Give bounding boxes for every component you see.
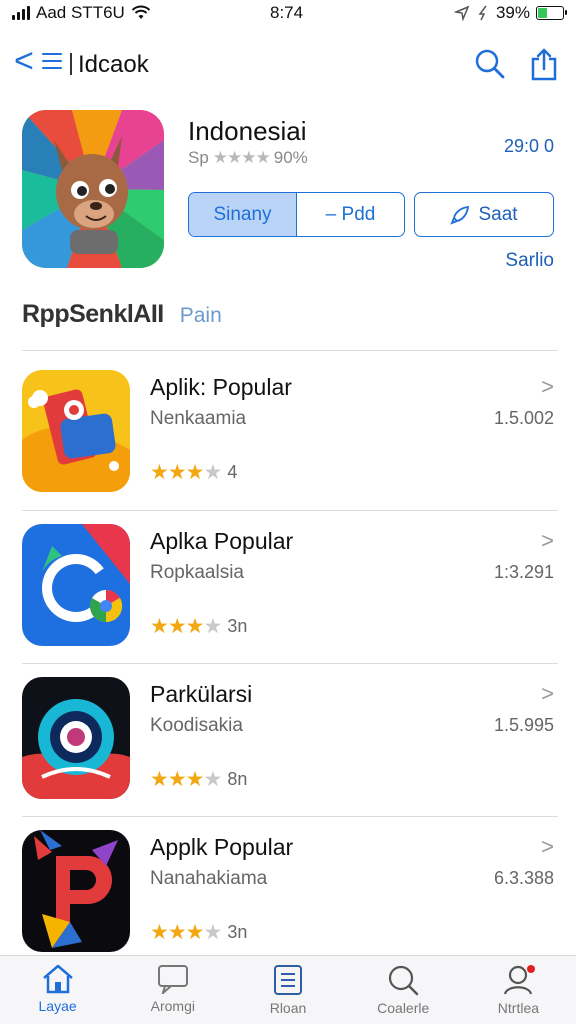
navigation-bar: < Idcaok — [0, 38, 576, 90]
tab-aromgi[interactable]: Aromgi — [115, 956, 230, 1024]
alarm-icon — [478, 5, 487, 21]
share-button[interactable] — [526, 46, 562, 82]
divider — [22, 663, 558, 664]
app-icon — [22, 370, 130, 492]
app-icon — [22, 830, 130, 952]
tab-bar: Layae Aromgi Rloan Coalerle Ntrtlea — [0, 955, 576, 1024]
app-subtitle: Nenkaamia — [150, 408, 247, 429]
chevron-right-icon: > — [541, 681, 554, 706]
app-rating: ★★★★ 3n — [150, 920, 247, 945]
app-subtitle: Ropkaalsia — [150, 562, 244, 583]
share-icon — [531, 48, 557, 81]
list-icon — [274, 965, 302, 995]
divider — [22, 816, 558, 817]
rating-count: 3n — [227, 616, 248, 636]
section-title: RppSenklAII — [22, 300, 164, 328]
app-version: 1.5.002 — [493, 408, 554, 428]
app-version: 1:3.291 — [493, 562, 554, 582]
app-name: Applk Popular — [150, 834, 294, 860]
chevron-left-icon: < — [14, 42, 34, 80]
list-item[interactable]: Aplik: Popular Nenkaamia ★★★★ 4 > 1.5.00… — [0, 358, 576, 510]
segmented-control: Sinany – Pdd — [188, 192, 405, 237]
app-name: Aplka Popular — [150, 528, 294, 554]
rating-stars-icon: ★★★★ — [150, 615, 222, 638]
rocket-icon — [450, 205, 470, 225]
tab-coalerle[interactable]: Coalerle — [346, 956, 461, 1024]
chevron-right-icon: > — [541, 528, 554, 553]
featured-app: Indonesiai Sp ★★★★ 90% 29:0 0 Sinany – P… — [0, 108, 576, 283]
list-item[interactable]: Aplka Popular Ropkaalsia ★★★★ 3n > 1:3.2… — [0, 512, 576, 664]
chevron-right-icon: > — [541, 834, 554, 859]
section-header: RppSenklAII Pain — [22, 300, 222, 329]
battery-percent: 39% — [495, 3, 530, 22]
app-subtitle: Nanahakiama — [150, 868, 268, 889]
featured-app-title: Indonesiai — [188, 116, 307, 146]
rating-count: 8n — [227, 769, 248, 789]
search-button[interactable] — [472, 46, 508, 82]
search-icon — [389, 965, 419, 996]
back-button[interactable]: < — [14, 42, 62, 80]
tab-ntrtlea[interactable]: Ntrtlea — [461, 956, 576, 1024]
location-arrow-icon — [453, 5, 470, 21]
app-rating: ★★★★ 4 — [150, 460, 237, 485]
wifi-icon — [131, 5, 151, 19]
search-icon — [475, 49, 505, 79]
app-icon — [22, 524, 130, 646]
featured-app-icon[interactable] — [22, 110, 164, 268]
featured-app-size: 29:0 0 — [503, 136, 554, 156]
app-name: Parkülarsi — [150, 681, 253, 707]
rating-stars-icon: ★★★★ — [150, 768, 222, 791]
rating-stars-icon: ★★★★ — [212, 148, 271, 167]
menu-lines-icon — [41, 53, 62, 69]
carrier-label: Aad STT6U — [36, 3, 125, 22]
featured-app-rating: Sp ★★★★ 90% — [188, 148, 308, 167]
rating-stars-icon: ★★★★ — [150, 461, 222, 484]
segment-pdd[interactable]: – Pdd — [297, 193, 404, 236]
list-item[interactable]: Parkülarsi Koodisakia ★★★★ 8n > 1.5.995 — [0, 665, 576, 817]
app-icon — [22, 677, 130, 799]
rating-stars-icon: ★★★★ — [150, 921, 222, 944]
home-icon — [42, 964, 73, 994]
app-version: 6.3.388 — [493, 868, 554, 888]
tab-layae[interactable]: Layae — [0, 956, 115, 1024]
divider — [22, 350, 558, 351]
featured-app-link[interactable]: Sarlio — [505, 250, 554, 272]
get-button[interactable]: Saat — [414, 192, 554, 237]
app-name: Aplik: Popular — [150, 374, 292, 400]
rating-count: 4 — [227, 462, 238, 482]
list-item[interactable]: Applk Popular Nanahakiama ★★★★ 3n > 6.3.… — [0, 818, 576, 970]
divider — [22, 510, 558, 511]
battery-icon — [536, 6, 567, 20]
rating-count: 3n — [227, 922, 248, 942]
clock: 8:74 — [270, 3, 304, 22]
tab-rloan[interactable]: Rloan — [230, 956, 345, 1024]
segment-sinany[interactable]: Sinany — [189, 193, 297, 236]
app-subtitle: Koodisakia — [150, 715, 243, 736]
notification-badge — [526, 965, 535, 973]
section-link[interactable]: Pain — [180, 304, 222, 328]
app-rating: ★★★★ 3n — [150, 614, 247, 639]
chevron-right-icon: > — [541, 374, 554, 399]
message-icon — [157, 965, 188, 994]
cellular-signal-icon — [12, 6, 30, 20]
status-bar: Aad STT6U 8:74 39% — [0, 0, 576, 26]
app-version: 1.5.995 — [493, 715, 554, 735]
app-rating: ★★★★ 8n — [150, 767, 247, 792]
nav-title: Idcaok — [70, 51, 149, 78]
